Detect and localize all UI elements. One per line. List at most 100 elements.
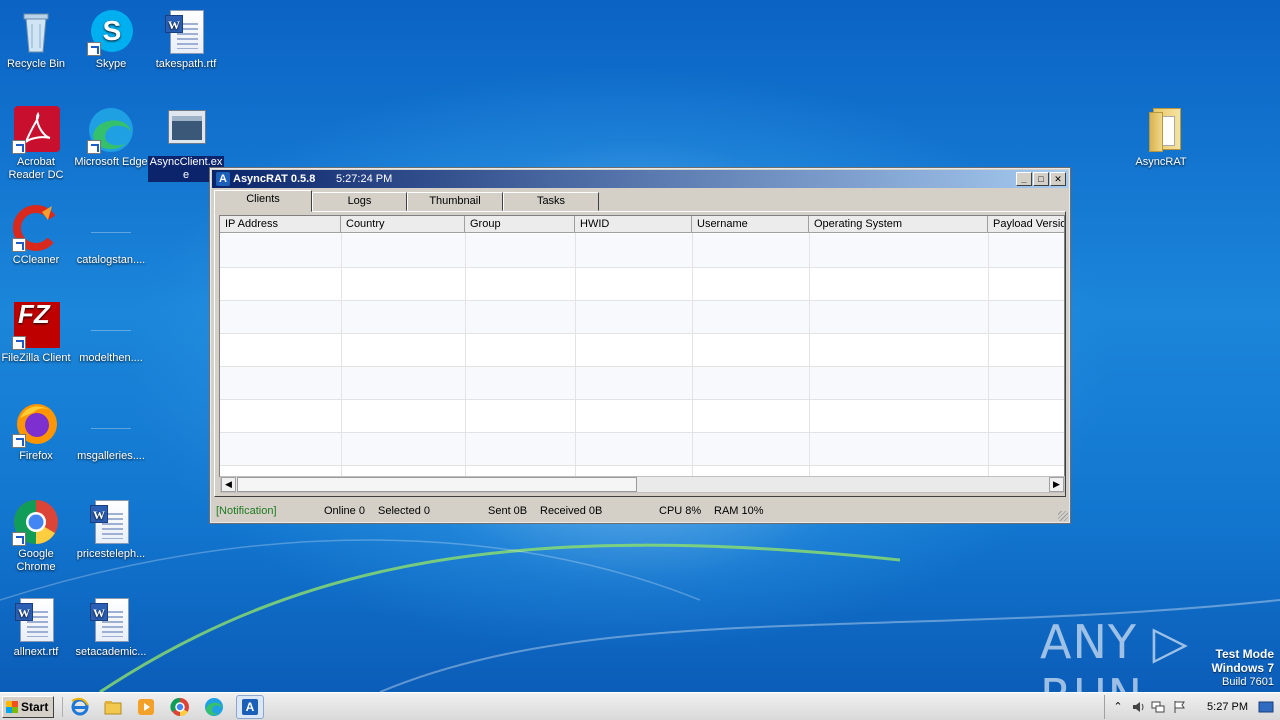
desktop: Recycle Bin Acrobat Reader DC CCleaner F…: [0, 0, 1280, 692]
status-sent: Sent 0B: [488, 505, 528, 517]
desktop-icon-chrome[interactable]: Google Chrome: [0, 498, 74, 574]
close-button[interactable]: ✕: [1050, 172, 1066, 186]
action-center-flag-icon[interactable]: [1173, 700, 1187, 714]
windows-version-line: Windows 7: [1211, 661, 1274, 675]
desktop-icon-label: allnext.rtf: [13, 646, 59, 658]
word-document-icon: W: [87, 596, 135, 644]
desktop-icon-acrobat[interactable]: Acrobat Reader DC: [0, 106, 74, 182]
desktop-icon-firefox[interactable]: Firefox: [0, 400, 74, 463]
ccleaner-icon: [12, 204, 60, 252]
start-label: Start: [21, 700, 49, 714]
desktop-icon-modelthen[interactable]: modelthen....: [73, 302, 149, 365]
file-icon: [87, 400, 135, 448]
skype-icon: S: [87, 8, 135, 56]
edge-icon: [87, 106, 135, 154]
scroll-right-icon[interactable]: ▶: [1049, 477, 1064, 492]
status-online: Online 0: [324, 505, 365, 517]
asyncrat-taskbar-button[interactable]: A: [236, 695, 264, 719]
desktop-icon-label: modelthen....: [79, 352, 143, 364]
internet-explorer-icon[interactable]: [70, 697, 90, 717]
minimize-button[interactable]: _: [1016, 172, 1032, 186]
desktop-icon-allnext[interactable]: W allnext.rtf: [0, 596, 74, 659]
file-icon: [87, 204, 135, 252]
horizontal-scrollbar[interactable]: ◀ ▶: [220, 476, 1065, 493]
column-hwid[interactable]: HWID: [575, 216, 692, 233]
test-mode-line: Test Mode: [1215, 647, 1274, 661]
desktop-icon-label: Recycle Bin: [6, 58, 66, 70]
word-document-icon: W: [12, 596, 60, 644]
tab-clients[interactable]: Clients: [214, 190, 312, 212]
desktop-icon-label: setacademic...: [75, 646, 147, 658]
desktop-icon-label: pricesteleph...: [76, 548, 146, 560]
column-ip-address[interactable]: IP Address: [220, 216, 341, 233]
show-desktop-icon[interactable]: [1258, 700, 1274, 714]
desktop-icon-label: Google Chrome: [16, 548, 56, 573]
column-username[interactable]: Username: [692, 216, 809, 233]
desktop-icon-pricesteleph[interactable]: W pricesteleph...: [73, 498, 149, 561]
show-hidden-icons-icon[interactable]: ⌃: [1111, 700, 1125, 714]
tab-thumbnail[interactable]: Thumbnail: [407, 192, 503, 211]
network-icon[interactable]: [1151, 700, 1165, 714]
desktop-icon-label: Firefox: [19, 450, 53, 462]
desktop-icon-filezilla[interactable]: FZ FileZilla Client: [0, 301, 74, 365]
media-player-icon[interactable]: [136, 697, 156, 717]
windows-logo-icon: [6, 701, 18, 713]
desktop-icon-asyncrat-folder[interactable]: AsyncRAT: [1123, 106, 1199, 169]
desktop-icon-recycle-bin[interactable]: Recycle Bin: [0, 8, 74, 71]
start-button[interactable]: Start: [2, 696, 54, 718]
test-mode-watermark: Test Mode Windows 7 Build 7601: [1211, 647, 1274, 689]
status-bar: [Notification] Online 0 Selected 0 Sent …: [214, 502, 1066, 520]
chrome-taskbar-icon[interactable]: [170, 697, 190, 717]
desktop-icon-label: CCleaner: [12, 254, 60, 266]
build-line: Build 7601: [1222, 676, 1274, 688]
desktop-icon-skype[interactable]: S Skype: [73, 8, 149, 71]
desktop-icon-label: msgalleries....: [77, 450, 145, 462]
system-tray: ⌃ 5:27 PM: [1104, 695, 1280, 719]
status-received: Received 0B: [540, 505, 603, 517]
volume-icon[interactable]: [1131, 700, 1145, 714]
chrome-icon: [12, 498, 60, 546]
desktop-icon-ccleaner[interactable]: CCleaner: [0, 204, 74, 267]
word-document-icon: W: [87, 498, 135, 546]
edge-taskbar-icon[interactable]: [204, 697, 224, 717]
desktop-icon-label: Microsoft Edge: [74, 156, 148, 168]
firefox-icon: [12, 400, 60, 448]
folder-icon: [1137, 106, 1185, 154]
taskbar: Start A ⌃ 5:27 PM: [0, 692, 1280, 720]
status-notification[interactable]: [Notification]: [216, 502, 277, 520]
window-titlebar[interactable]: A AsyncRAT 0.5.8 5:27:24 PM _ □ ✕: [212, 170, 1068, 188]
desktop-icon-setacademic[interactable]: W setacademic...: [73, 596, 149, 659]
desktop-icon-label: Skype: [95, 58, 127, 70]
tab-logs[interactable]: Logs: [312, 192, 407, 211]
status-selected: Selected 0: [378, 505, 430, 517]
file-icon: [87, 302, 135, 350]
resize-grip-icon[interactable]: [1058, 511, 1068, 521]
window-title: AsyncRAT 0.5.8: [233, 173, 316, 185]
executable-icon: [162, 106, 210, 154]
file-explorer-icon[interactable]: [103, 697, 123, 717]
maximize-button[interactable]: □: [1033, 172, 1049, 186]
desktop-icon-catalogstan[interactable]: catalogstan....: [73, 204, 149, 267]
desktop-icon-label: catalogstan....: [76, 254, 146, 266]
desktop-icon-label: FileZilla Client: [1, 352, 71, 364]
desktop-icon-msgalleries[interactable]: msgalleries....: [73, 400, 149, 463]
status-cpu: CPU 8%: [659, 505, 702, 517]
column-operating-system[interactable]: Operating System: [809, 216, 988, 233]
column-country[interactable]: Country: [341, 216, 465, 233]
asyncrat-window: A AsyncRAT 0.5.8 5:27:24 PM _ □ ✕ Client…: [209, 167, 1071, 524]
desktop-icon-label: Acrobat Reader DC: [8, 156, 64, 181]
desktop-icon-edge[interactable]: Microsoft Edge: [73, 106, 149, 169]
scroll-left-icon[interactable]: ◀: [221, 477, 236, 492]
filezilla-icon: FZ: [12, 301, 60, 350]
window-title-time: 5:27:24 PM: [336, 173, 393, 185]
tab-tasks[interactable]: Tasks: [503, 192, 599, 211]
clients-grid[interactable]: IP Address Country Group HWID Username O…: [219, 215, 1065, 477]
column-payload-version[interactable]: Payload Versio: [988, 216, 1064, 233]
desktop-icon-label: AsyncRAT: [1135, 156, 1187, 168]
column-group[interactable]: Group: [465, 216, 575, 233]
desktop-icon-takespath[interactable]: W takespath.rtf: [148, 8, 224, 71]
scrollbar-thumb[interactable]: [237, 477, 637, 492]
acrobat-icon: [12, 106, 60, 154]
taskbar-clock[interactable]: 5:27 PM: [1207, 695, 1248, 719]
status-ram: RAM 10%: [714, 505, 764, 517]
